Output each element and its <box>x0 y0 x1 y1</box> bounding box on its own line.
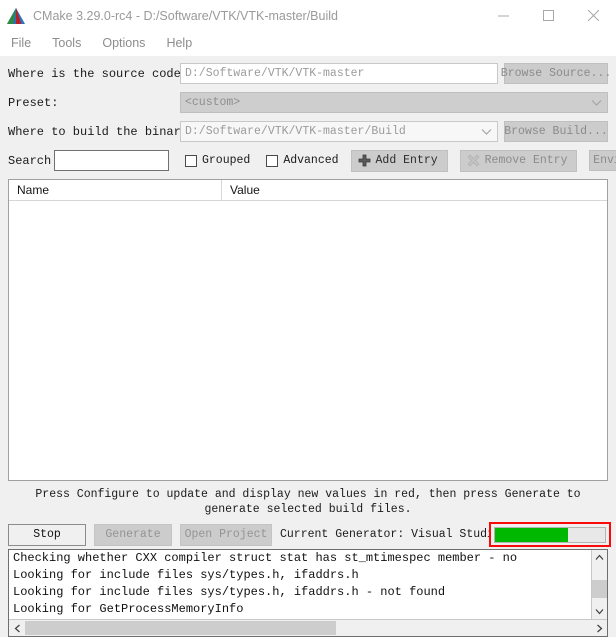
progress-bar <box>494 526 606 543</box>
grouped-checkbox[interactable] <box>185 154 197 167</box>
build-binaries-row: Where to build the binaries: D:/Software… <box>8 120 608 143</box>
window-title: CMake 3.29.0-rc4 - D:/Software/VTK/VTK-m… <box>33 8 338 23</box>
table-header-row: Name Value <box>9 180 607 201</box>
chevron-up-icon[interactable] <box>592 550 607 565</box>
log-line: Looking for include files sys/types.h, i… <box>13 585 446 599</box>
advanced-label: Advanced <box>283 154 339 167</box>
menu-item-tools[interactable]: Tools <box>49 34 91 52</box>
preset-value: <custom> <box>185 96 241 109</box>
cache-entries-table: Name Value <box>8 179 608 481</box>
menu-item-options[interactable]: Options <box>99 34 155 52</box>
chevron-left-icon[interactable] <box>9 620 25 636</box>
configure-hint-text: Press Configure to update and display ne… <box>35 488 581 516</box>
build-binaries-value: D:/Software/VTK/VTK-master/Build <box>185 125 406 138</box>
log-vertical-scrollbar[interactable] <box>591 550 607 619</box>
advanced-checkbox-wrap[interactable]: Advanced <box>266 154 339 167</box>
source-code-input[interactable]: D:/Software/VTK/VTK-master <box>180 63 498 84</box>
log-line: Checking whether CXX compiler struct sta… <box>13 551 518 565</box>
build-binaries-label: Where to build the binaries: <box>8 124 210 139</box>
log-vscroll-track[interactable] <box>592 565 607 604</box>
build-binaries-input[interactable]: D:/Software/VTK/VTK-master/Build <box>180 121 498 142</box>
log-line: Looking for GetProcessMemoryInfo <box>13 602 244 616</box>
preset-row: Preset: <custom> <box>8 91 608 114</box>
menu-item-file[interactable]: File <box>8 34 41 52</box>
source-code-row: Where is the source code: D:/Software/VT… <box>8 62 611 85</box>
browse-build-button[interactable]: Browse Build... <box>504 121 608 142</box>
grouped-checkbox-wrap[interactable]: Grouped <box>185 154 250 167</box>
log-horizontal-scrollbar[interactable] <box>9 619 607 636</box>
open-project-button[interactable]: Open Project <box>180 523 272 546</box>
path-form: Where is the source code: D:/Software/VT… <box>0 56 616 177</box>
remove-entry-label: Remove Entry <box>484 154 568 167</box>
plus-cross-icon <box>358 154 372 168</box>
search-toolbar: Search: Grouped Advanced Add Entry Remov… <box>8 149 616 172</box>
menu-bar: File Tools Options Help <box>0 31 616 56</box>
menu-item-help[interactable]: Help <box>163 34 202 52</box>
add-entry-label: Add Entry <box>375 154 438 167</box>
advanced-checkbox[interactable] <box>266 154 279 167</box>
column-header-name[interactable]: Name <box>9 180 222 200</box>
stop-button[interactable]: Stop <box>8 523 86 546</box>
generate-button[interactable]: Generate <box>94 523 172 546</box>
source-code-label: Where is the source code: <box>8 66 189 81</box>
action-toolbar: Stop Generate Open Project Current Gener… <box>0 521 616 548</box>
table-body[interactable] <box>9 201 607 480</box>
search-label: Search: <box>8 153 59 168</box>
search-input[interactable] <box>54 150 169 171</box>
cmake-gui-window: CMake 3.29.0-rc4 - D:/Software/VTK/VTK-m… <box>0 0 616 637</box>
chevron-down-icon <box>589 96 603 110</box>
progress-annotation-box <box>489 522 611 547</box>
output-log-body: Looking for sys/types.h - foundChecking … <box>9 550 607 619</box>
window-controls <box>481 0 616 31</box>
close-icon[interactable] <box>571 0 616 31</box>
chevron-down-icon[interactable] <box>592 604 607 619</box>
cmake-triangle-logo-icon <box>7 7 25 24</box>
preset-label: Preset: <box>8 95 59 110</box>
browse-source-button[interactable]: Browse Source... <box>501 63 611 84</box>
x-cross-icon <box>467 154 481 168</box>
title-bar: CMake 3.29.0-rc4 - D:/Software/VTK/VTK-m… <box>0 0 616 31</box>
chevron-right-icon[interactable] <box>591 620 607 636</box>
add-entry-button[interactable]: Add Entry <box>350 149 448 172</box>
log-hscroll-track[interactable] <box>25 620 591 636</box>
log-line: Looking for include files sys/types.h, i… <box>13 568 359 582</box>
grouped-label: Grouped <box>202 154 251 167</box>
preset-dropdown[interactable]: <custom> <box>180 92 608 113</box>
log-hscroll-thumb[interactable] <box>25 621 337 635</box>
log-vscroll-thumb[interactable] <box>592 580 607 598</box>
maximize-icon[interactable] <box>526 0 571 31</box>
progress-bar-fill <box>495 527 568 542</box>
output-log-panel: Looking for sys/types.h - foundChecking … <box>8 549 608 637</box>
environment-button[interactable]: Environment... <box>589 150 616 171</box>
output-log-text[interactable]: Looking for sys/types.h - foundChecking … <box>9 550 591 619</box>
minimize-icon[interactable] <box>481 0 526 31</box>
chevron-down-icon[interactable] <box>479 125 493 139</box>
column-header-value[interactable]: Value <box>222 180 607 200</box>
remove-entry-button[interactable]: Remove Entry <box>459 149 578 172</box>
